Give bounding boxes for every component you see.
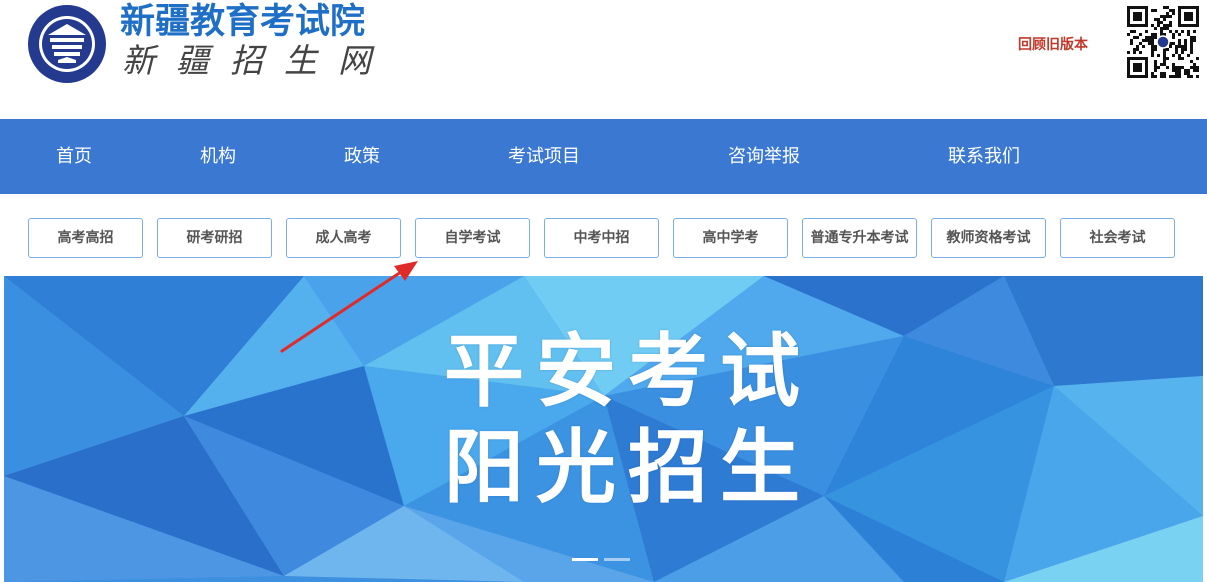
carousel-dot-2[interactable] [604,558,630,561]
site-header: 新疆教育考试院 新疆招生网 回顾旧版本 [0,0,1207,119]
banner-slogan: 平安考试 阳光招生 [444,324,812,516]
nav-exam-projects[interactable]: 考试项目 [508,119,580,194]
subnav-graduate-button[interactable]: 研考研招 [157,218,272,258]
subnav-gaokao-button[interactable]: 高考高招 [28,218,143,258]
nav-organization[interactable]: 机构 [200,119,236,194]
main-nav: 首页 机构 政策 考试项目 咨询举报 联系我们 [0,119,1207,194]
subnav-hs-exam-button[interactable]: 高中学考 [673,218,788,258]
nav-policy[interactable]: 政策 [344,119,380,194]
banner-slogan-line2: 阳光招生 [444,421,812,514]
carousel-dot-1[interactable] [572,558,598,561]
subnav-zhongkao-button[interactable]: 中考中招 [544,218,659,258]
nav-contact-us[interactable]: 联系我们 [948,119,1020,194]
subnav-teacher-cert-button[interactable]: 教师资格考试 [931,218,1046,258]
banner-slogan-line1: 平安考试 [444,325,812,418]
nav-consult-report[interactable]: 咨询举报 [728,119,800,194]
old-version-link[interactable]: 回顾旧版本 [1018,34,1088,54]
banner-carousel[interactable]: 平安考试 阳光招生 [4,276,1203,582]
subnav-social-exam-button[interactable]: 社会考试 [1060,218,1175,258]
site-logo-icon[interactable] [28,5,106,83]
qr-code-icon [1127,6,1199,78]
subnav-self-study-button[interactable]: 自学考试 [415,218,530,258]
subnav-upgrade-exam-button[interactable]: 普通专升本考试 [802,218,917,258]
nav-home[interactable]: 首页 [56,119,92,194]
site-subtitle: 新疆招生网 [122,41,392,80]
subnav-adult-exam-button[interactable]: 成人高考 [286,218,401,258]
site-title: 新疆教育考试院 [120,2,366,42]
